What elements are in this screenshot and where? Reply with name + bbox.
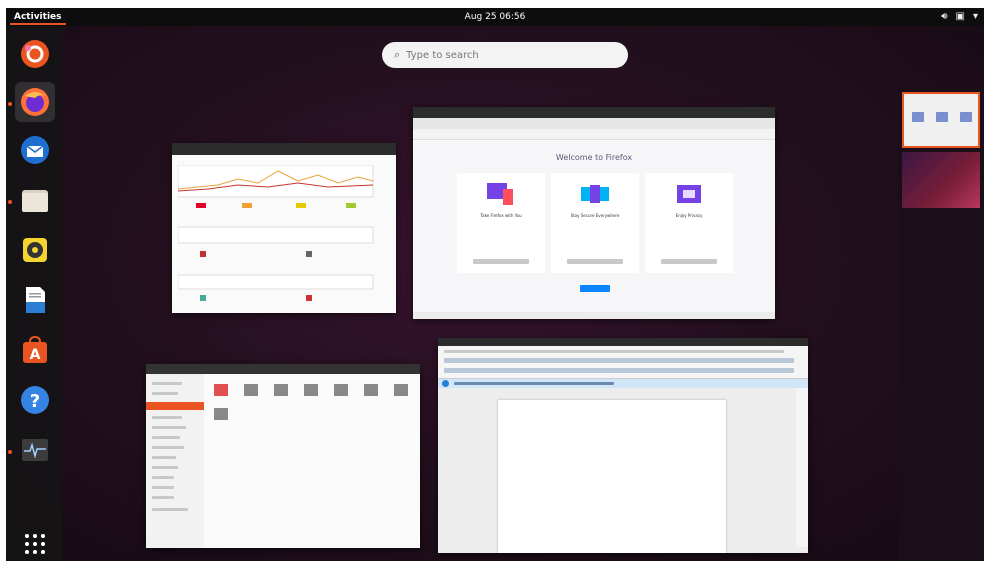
writer-sidebar [796,388,808,547]
shield-icon [581,185,609,203]
dock-item-help[interactable]: ? [15,380,55,420]
running-indicator [8,200,12,204]
svg-text:?: ? [30,391,40,412]
dock-item-ubuntu-software[interactable] [15,34,55,74]
activities-button[interactable]: Activities [10,9,66,25]
devices-icon [487,183,513,205]
dock-item-rhythmbox[interactable] [15,230,55,270]
window-titlebar [413,107,775,118]
feature-card[interactable]: Take Firefox with You [457,173,545,273]
workspace-2[interactable] [902,152,980,208]
window-system-monitor[interactable] [172,143,396,313]
window-titlebar [172,143,396,155]
dock-item-system-monitor[interactable] [15,430,55,470]
window-titlebar [438,338,808,346]
show-apps-icon [25,534,45,554]
screenshot-margin [0,0,990,8]
svg-text:A: A [30,347,41,363]
status-bar [413,312,775,319]
document-page[interactable] [498,400,726,553]
card-button[interactable] [473,259,529,264]
dock-item-libreoffice-writer[interactable] [15,280,55,320]
chevron-down-icon[interactable]: ▾ [973,8,978,26]
tab-strip [413,118,775,129]
feature-card-title: Take Firefox with You [480,213,522,218]
search-bar[interactable]: ⌕ Type to search [382,42,628,68]
dock-item-files[interactable] [15,180,55,220]
workspace-switcher [898,88,984,561]
system-tray[interactable]: 🔊︎ ▣ ▾ [941,8,978,26]
welcome-title: Welcome to Firefox [555,153,633,162]
dock-item-firefox[interactable] [15,82,55,122]
resource-graphs [178,165,374,301]
nav-toolbar [413,129,775,140]
dock-item-thunderbird[interactable] [15,130,55,170]
folder-grid [214,384,408,420]
window-firefox[interactable]: Welcome to Firefox Take Firefox with You… [413,107,775,319]
workspace-1[interactable] [902,92,980,148]
files-icon [22,190,48,212]
libreoffice-writer-icon [26,287,45,313]
system-monitor-icon [22,439,48,461]
window-libreoffice-writer[interactable] [438,338,808,553]
search-placeholder: Type to search [406,49,479,61]
dock: A ? [6,26,62,561]
network-icon[interactable]: ▣ [956,8,965,26]
card-button[interactable] [567,259,623,264]
info-icon [442,380,449,387]
primary-button[interactable] [580,285,610,292]
running-indicator [8,102,12,106]
help-icon: ? [21,386,49,414]
privacy-icon [677,185,701,203]
files-sidebar [146,374,204,548]
dock-item-show-apps[interactable] [15,524,55,561]
card-button[interactable] [661,259,717,264]
rhythmbox-icon [23,238,47,262]
search-icon: ⌕ [394,48,401,61]
window-titlebar [146,364,420,374]
info-bar [438,379,808,388]
feature-card-title: Stay Secure Everywhere [570,213,620,218]
feature-card[interactable]: Enjoy Privacy [645,173,733,273]
feature-card[interactable]: Stay Secure Everywhere [551,173,639,273]
firefox-icon [21,88,49,116]
running-indicator [8,450,12,454]
clock[interactable]: Aug 25 06:56 [465,8,526,26]
writer-toolbar [438,346,808,379]
dock-item-app-center[interactable]: A [15,330,55,370]
desktop-overview: Activities Aug 25 06:56 🔊︎ ▣ ▾ A ? ⌕ Typ… [6,8,984,561]
feature-card-title: Enjoy Privacy [675,213,703,218]
app-center-icon: A [23,335,47,363]
ubuntu-software-icon [21,40,49,68]
top-bar: Activities Aug 25 06:56 🔊︎ ▣ ▾ [6,8,984,26]
thunderbird-icon [21,136,49,164]
window-files[interactable] [146,364,420,548]
volume-icon[interactable]: 🔊︎ [941,8,947,26]
